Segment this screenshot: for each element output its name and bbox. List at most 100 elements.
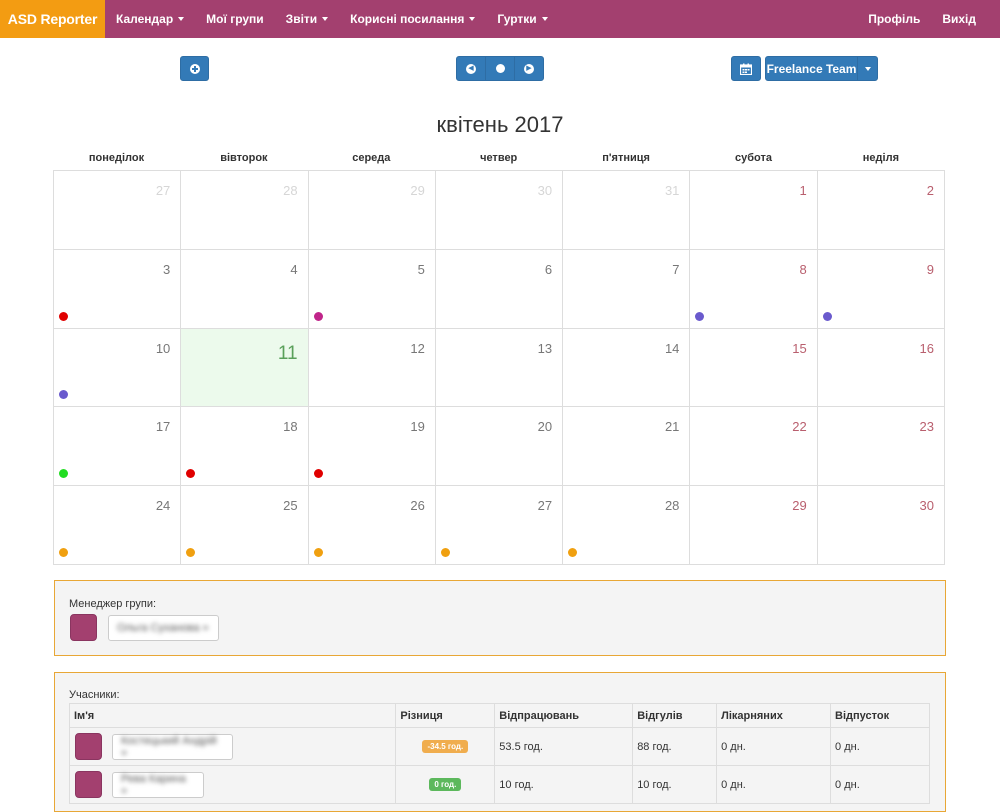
calendar-day[interactable]: 28 [563, 486, 691, 565]
chevron-down-icon [864, 66, 871, 71]
calendar-grid: 27 28 29 30 31 1 2 3 4 5 6 7 8 9 10 11 12 13 14 15 16 17 18 19 2… [53, 170, 945, 565]
calendar-day[interactable]: 2 [817, 171, 945, 250]
calendar-day[interactable]: 29 [690, 486, 818, 565]
sick-cell: 0 дн. [716, 727, 832, 766]
calendar-day[interactable]: 15 [690, 328, 818, 408]
add-button[interactable] [180, 56, 209, 81]
nav-clubs[interactable]: Гуртки [486, 0, 558, 38]
calendar-day[interactable]: 25 [181, 486, 309, 565]
event-dot[interactable] [440, 547, 450, 557]
nav-profile[interactable]: Профіль [857, 0, 931, 38]
calendar-day[interactable]: 8 [690, 249, 818, 329]
day-number: 4 [290, 261, 298, 277]
calendar-day[interactable]: 14 [563, 328, 691, 408]
calendar-day[interactable]: 23 [817, 407, 945, 487]
calendar-day[interactable]: 24 [54, 486, 182, 565]
calendar-day[interactable]: 19 [308, 407, 436, 487]
day-number: 13 [537, 340, 553, 356]
calendar-day[interactable]: 27 [54, 171, 182, 250]
member-name-button[interactable]: Рева Карина » [112, 772, 204, 798]
day-number: 6 [544, 261, 553, 277]
team-select-toggle[interactable] [857, 56, 878, 81]
calendar-day[interactable]: 16 [817, 328, 945, 408]
member-name-cell: Рева Карина » [68, 765, 397, 804]
nav-useful-links[interactable]: Корисні посилання [339, 0, 486, 38]
col-header-diff: Різниця [395, 703, 496, 728]
chevron-down-icon [322, 17, 329, 21]
calendar-day[interactable]: 5 [308, 249, 436, 329]
nav-calendar-label: Календар [116, 12, 174, 26]
event-dot[interactable] [822, 311, 832, 321]
chevron-down-icon [178, 17, 185, 21]
event-dot[interactable] [568, 547, 578, 557]
event-dot[interactable] [59, 311, 68, 321]
calendar-day[interactable]: 30 [817, 486, 945, 565]
weekday-header: вівторок [220, 152, 268, 164]
calendar-day[interactable]: 28 [181, 171, 309, 250]
plus-circle-icon [189, 63, 200, 74]
day-number: 19 [410, 419, 425, 435]
team-select-button[interactable]: Freelance Team [765, 56, 858, 81]
brand-logo[interactable]: ASD Reporter [0, 0, 105, 38]
calendar-day[interactable]: 12 [308, 328, 436, 408]
calendar-day[interactable]: 31 [563, 171, 691, 250]
event-dot[interactable] [59, 547, 68, 557]
worked-cell: 53.5 год. [494, 727, 634, 766]
day-number: 25 [283, 498, 298, 514]
calendar-picker-button[interactable] [731, 56, 761, 81]
event-dot[interactable] [313, 311, 323, 321]
event-dot[interactable] [695, 311, 705, 321]
calendar-day[interactable]: 22 [690, 407, 818, 487]
diff-badge: 0 год. [429, 778, 462, 791]
event-dot[interactable] [313, 547, 323, 557]
nav-calendar[interactable]: Календар [105, 0, 195, 38]
day-number: 26 [410, 498, 425, 514]
members-panel: Учасники: Ім'я Різниця Відпрацювань Відг… [54, 672, 946, 812]
event-dot[interactable] [59, 390, 68, 400]
day-number: 21 [664, 419, 680, 435]
calendar-day[interactable]: 17 [54, 407, 182, 487]
calendar-day[interactable]: 6 [435, 249, 564, 329]
calendar-day[interactable]: 20 [435, 407, 564, 487]
today-button[interactable] [485, 56, 515, 81]
event-dot[interactable] [313, 469, 323, 479]
calendar-day[interactable]: 30 [435, 171, 564, 250]
nav-reports[interactable]: Звіти [275, 0, 339, 38]
team-select-label: Freelance Team [766, 61, 857, 76]
calendar-day[interactable]: 29 [308, 171, 436, 250]
next-month-button[interactable]: ▶ [514, 56, 544, 81]
day-number: 16 [919, 340, 934, 356]
manager-panel: Менеджер групи: Ольга Суханова » [54, 580, 946, 656]
calendar-day[interactable]: 7 [563, 249, 691, 329]
calendar-day[interactable]: 3 [54, 249, 182, 329]
nav-reports-label: Звіти [285, 12, 318, 26]
member-name-button[interactable]: Костецький Андрій » [112, 734, 233, 760]
nav-logout[interactable]: Вихід [931, 0, 1000, 38]
calendar-day-today[interactable]: 11 [181, 328, 309, 408]
calendar-day[interactable]: 18 [181, 407, 309, 487]
prev-month-button[interactable]: ◀ [456, 56, 486, 81]
col-header-offs: Відгулів [632, 703, 718, 728]
calendar-day[interactable]: 26 [308, 486, 436, 565]
calendar-day[interactable]: 10 [54, 328, 182, 408]
event-dot[interactable] [59, 469, 68, 479]
calendar-day[interactable]: 21 [563, 407, 691, 487]
avatar [70, 614, 97, 641]
day-number: 22 [792, 419, 807, 435]
nav-my-groups-label: Мої групи [206, 12, 264, 26]
weekday-header: п'ятниця [602, 152, 650, 164]
manager-name-button[interactable]: Ольга Суханова » [108, 615, 219, 641]
calendar-day[interactable]: 13 [435, 328, 564, 408]
calendar-day[interactable]: 4 [181, 249, 309, 329]
nav-my-groups[interactable]: Мої групи [195, 0, 275, 38]
day-number: 28 [664, 498, 680, 514]
day-number: 9 [926, 261, 934, 277]
event-dot[interactable] [186, 469, 196, 479]
calendar-day[interactable]: 27 [435, 486, 564, 565]
day-number: 30 [919, 498, 934, 514]
day-number: 5 [417, 261, 425, 277]
calendar-day[interactable]: 9 [817, 249, 945, 329]
event-dot[interactable] [186, 547, 196, 557]
day-number: 20 [537, 419, 553, 435]
calendar-day[interactable]: 1 [690, 171, 818, 250]
